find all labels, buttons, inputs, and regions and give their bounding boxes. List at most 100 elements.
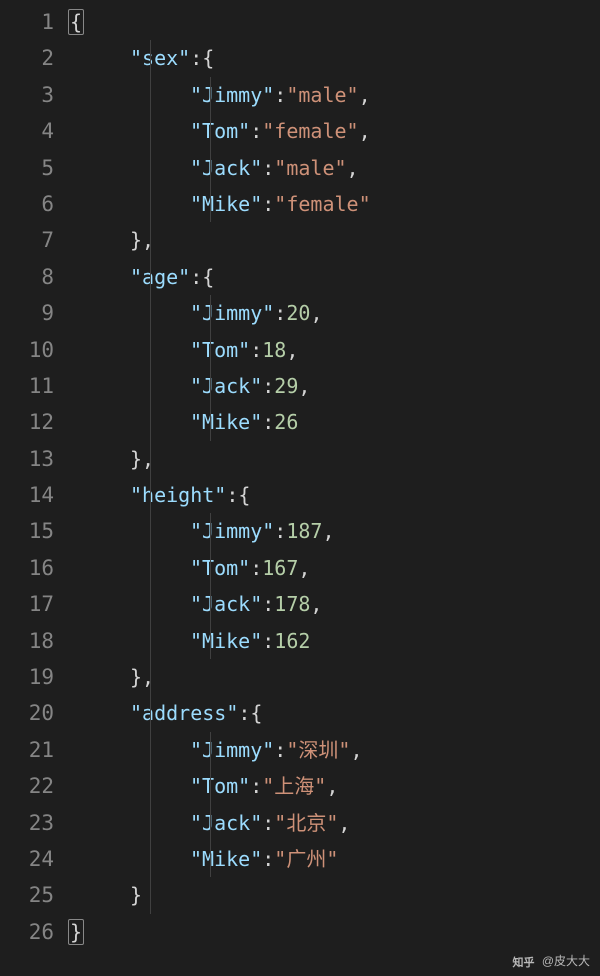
line-number: 12 bbox=[8, 404, 54, 440]
line-number: 20 bbox=[8, 695, 54, 731]
author-name: @皮大大 bbox=[542, 954, 590, 968]
code-line[interactable]: }, bbox=[70, 222, 600, 258]
code-line[interactable]: "Jimmy":187, bbox=[70, 513, 600, 549]
line-number: 2 bbox=[8, 40, 54, 76]
line-number: 4 bbox=[8, 113, 54, 149]
json-key: "Jimmy" bbox=[190, 301, 274, 325]
json-key: "Mike" bbox=[190, 410, 262, 434]
comma: , bbox=[142, 228, 154, 252]
code-line[interactable]: "Jack":"male", bbox=[70, 150, 600, 186]
code-line[interactable]: "Jack":178, bbox=[70, 586, 600, 622]
json-key: "Jack" bbox=[190, 811, 262, 835]
code-line[interactable]: "Mike":162 bbox=[70, 623, 600, 659]
line-number: 14 bbox=[8, 477, 54, 513]
colon: : bbox=[250, 556, 262, 580]
colon: : bbox=[274, 738, 286, 762]
line-number: 10 bbox=[8, 332, 54, 368]
json-key: "Mike" bbox=[190, 192, 262, 216]
json-string: "广州" bbox=[274, 847, 338, 871]
line-number: 21 bbox=[8, 732, 54, 768]
code-line[interactable]: "Mike":"广州" bbox=[70, 841, 600, 877]
json-key: "Tom" bbox=[190, 338, 250, 362]
comma: , bbox=[310, 592, 322, 616]
close-brace: } bbox=[68, 919, 84, 945]
json-string: "上海" bbox=[262, 774, 326, 798]
code-line[interactable]: "Tom":"上海", bbox=[70, 768, 600, 804]
colon: : bbox=[262, 156, 274, 180]
comma: , bbox=[142, 665, 154, 689]
code-editor[interactable]: 1 2 3 4 5 6 7 8 9 10 11 12 13 14 15 16 1… bbox=[0, 0, 600, 976]
code-line[interactable]: "Mike":26 bbox=[70, 404, 600, 440]
line-number: 16 bbox=[8, 550, 54, 586]
json-key: "address" bbox=[130, 701, 238, 725]
code-content[interactable]: { "sex":{ "Jimmy":"male", "Tom":"female"… bbox=[70, 0, 600, 976]
json-string: "北京" bbox=[274, 811, 338, 835]
line-number: 8 bbox=[8, 259, 54, 295]
colon: : bbox=[250, 338, 262, 362]
json-key: "Jack" bbox=[190, 156, 262, 180]
line-number: 13 bbox=[8, 441, 54, 477]
json-key: "Jimmy" bbox=[190, 738, 274, 762]
line-number: 22 bbox=[8, 768, 54, 804]
line-number: 18 bbox=[8, 623, 54, 659]
code-line[interactable]: { bbox=[70, 4, 600, 40]
open-brace: { bbox=[202, 265, 214, 289]
code-line[interactable]: "Jimmy":"深圳", bbox=[70, 732, 600, 768]
line-number: 23 bbox=[8, 805, 54, 841]
json-key: "sex" bbox=[130, 46, 190, 70]
code-line[interactable]: "sex":{ bbox=[70, 40, 600, 76]
comma: , bbox=[298, 374, 310, 398]
json-key: "Tom" bbox=[190, 774, 250, 798]
colon: : bbox=[274, 519, 286, 543]
close-brace: } bbox=[130, 665, 142, 689]
code-line[interactable]: }, bbox=[70, 659, 600, 695]
json-number: 26 bbox=[274, 410, 298, 434]
code-line[interactable]: "Tom":167, bbox=[70, 550, 600, 586]
watermark: 知乎 @皮大大 bbox=[512, 952, 590, 970]
comma: , bbox=[286, 338, 298, 362]
comma: , bbox=[310, 301, 322, 325]
comma: , bbox=[359, 119, 371, 143]
comma: , bbox=[326, 774, 338, 798]
json-key: "age" bbox=[130, 265, 190, 289]
colon: : bbox=[238, 701, 250, 725]
code-line[interactable]: "Jack":"北京", bbox=[70, 805, 600, 841]
code-line[interactable]: } bbox=[70, 914, 600, 950]
code-line[interactable]: } bbox=[70, 877, 600, 913]
code-line[interactable]: "Tom":"female", bbox=[70, 113, 600, 149]
json-key: "Jack" bbox=[190, 592, 262, 616]
line-number: 24 bbox=[8, 841, 54, 877]
colon: : bbox=[274, 301, 286, 325]
json-key: "Jimmy" bbox=[190, 83, 274, 107]
code-line[interactable]: "address":{ bbox=[70, 695, 600, 731]
line-number-gutter: 1 2 3 4 5 6 7 8 9 10 11 12 13 14 15 16 1… bbox=[0, 0, 70, 976]
close-brace: } bbox=[130, 883, 142, 907]
comma: , bbox=[350, 738, 362, 762]
json-number: 20 bbox=[286, 301, 310, 325]
open-brace: { bbox=[68, 9, 84, 35]
code-line[interactable]: "Jimmy":20, bbox=[70, 295, 600, 331]
json-string: "female" bbox=[274, 192, 370, 216]
code-line[interactable]: "Tom":18, bbox=[70, 332, 600, 368]
code-line[interactable]: "height":{ bbox=[70, 477, 600, 513]
json-number: 178 bbox=[274, 592, 310, 616]
code-line[interactable]: "age":{ bbox=[70, 259, 600, 295]
code-line[interactable]: "Jack":29, bbox=[70, 368, 600, 404]
json-string: "深圳" bbox=[286, 738, 350, 762]
comma: , bbox=[359, 83, 371, 107]
json-key: "Tom" bbox=[190, 556, 250, 580]
json-key: "height" bbox=[130, 483, 226, 507]
line-number: 9 bbox=[8, 295, 54, 331]
code-line[interactable]: }, bbox=[70, 441, 600, 477]
json-number: 18 bbox=[262, 338, 286, 362]
json-string: "female" bbox=[262, 119, 358, 143]
close-brace: } bbox=[130, 228, 142, 252]
comma: , bbox=[322, 519, 334, 543]
code-line[interactable]: "Jimmy":"male", bbox=[70, 77, 600, 113]
colon: : bbox=[262, 592, 274, 616]
comma: , bbox=[347, 156, 359, 180]
json-number: 162 bbox=[274, 629, 310, 653]
colon: : bbox=[262, 192, 274, 216]
code-line[interactable]: "Mike":"female" bbox=[70, 186, 600, 222]
line-number: 1 bbox=[8, 4, 54, 40]
